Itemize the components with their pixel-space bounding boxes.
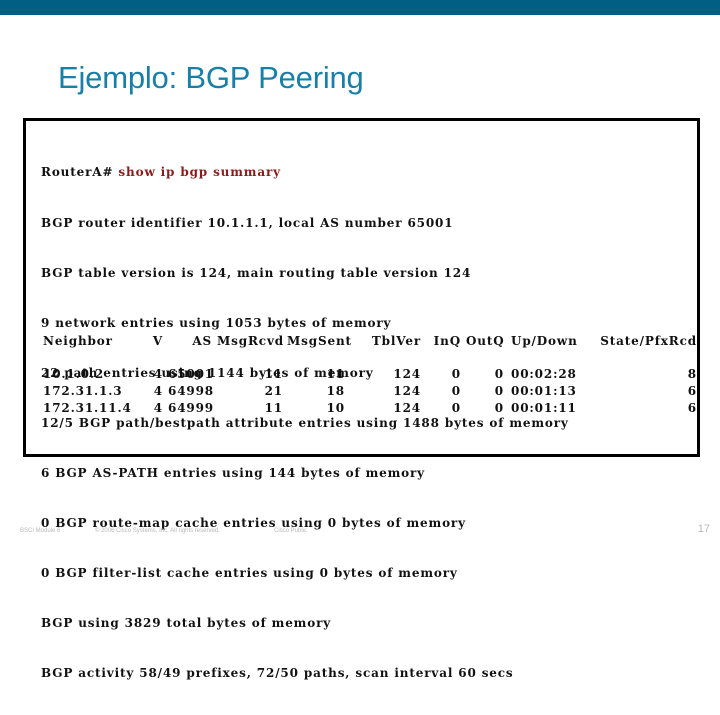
- cell-neighbor: 172.31.1.3: [43, 384, 123, 399]
- cell-tblver: 124: [393, 400, 421, 415]
- header-msgrcvd: MsgRcvd: [217, 334, 285, 348]
- output-line: 12/5 BGP path/bestpath attribute entries…: [41, 415, 569, 430]
- cell-neighbor: 172.31.11.4: [43, 400, 132, 415]
- header-inq: InQ: [433, 334, 461, 348]
- output-line: 6 BGP AS-PATH entries using 144 bytes of…: [41, 465, 425, 480]
- cell-inq: 0: [451, 367, 461, 382]
- cell-outq: 0: [494, 367, 504, 382]
- cell-tblver: 124: [393, 367, 421, 382]
- header-updown: Up/Down: [511, 334, 578, 348]
- cell-v: 4: [153, 400, 163, 415]
- cell-msgsent: 11: [326, 367, 345, 382]
- footer-copyright: © 2006 Cisco Systems, Inc. All rights re…: [95, 528, 220, 534]
- output-line: 9 network entries using 1053 bytes of me…: [41, 315, 392, 330]
- header-msgsent: MsgSent: [287, 334, 352, 348]
- cell-updown: 00:02:28: [511, 367, 577, 382]
- cell-as: 64998: [168, 384, 214, 399]
- output-line: 0 BGP filter-list cache entries using 0 …: [41, 566, 458, 581]
- header-v: V: [152, 334, 163, 348]
- cell-neighbor: 10.1.0.2: [43, 367, 105, 382]
- cell-outq: 0: [494, 384, 504, 399]
- top-banner: [0, 0, 720, 15]
- command: show ip bgp summary: [118, 165, 281, 180]
- cell-inq: 0: [451, 384, 461, 399]
- header-state: State/PfxRcd: [600, 334, 697, 348]
- cell-state: 6: [687, 400, 697, 415]
- cell-msgrcvd: 11: [264, 367, 283, 382]
- output-line: BGP using 3829 total bytes of memory: [41, 616, 332, 631]
- output-line: BGP router identifier 10.1.1.1, local AS…: [41, 215, 454, 230]
- cell-as: 64999: [168, 400, 214, 415]
- footer-module: BSCI Module 6: [20, 528, 61, 534]
- command-line: RouterA# show ip bgp summary: [41, 164, 569, 181]
- terminal-text: RouterA# show ip bgp summary BGP router …: [41, 131, 569, 715]
- cell-v: 4: [153, 367, 163, 382]
- footer-classification: Cisco Public: [274, 528, 308, 534]
- cell-msgsent: 10: [326, 400, 345, 415]
- cell-state: 8: [687, 367, 697, 382]
- cell-msgsent: 18: [326, 384, 345, 399]
- cell-msgrcvd: 11: [264, 400, 283, 415]
- cell-inq: 0: [451, 400, 461, 415]
- cell-as: 65001: [168, 367, 214, 382]
- header-neighbor: Neighbor: [43, 334, 113, 348]
- header-as: AS: [192, 334, 212, 348]
- cell-state: 6: [687, 384, 697, 399]
- cell-msgrcvd: 21: [264, 384, 283, 399]
- output-line: BGP activity 58/49 prefixes, 72/50 paths…: [41, 666, 514, 681]
- output-line: BGP table version is 124, main routing t…: [41, 265, 472, 280]
- page-number: 17: [697, 523, 710, 535]
- cell-updown: 00:01:11: [511, 400, 577, 415]
- header-tblver: TblVer: [371, 334, 421, 348]
- cell-v: 4: [153, 384, 163, 399]
- terminal-output: RouterA# show ip bgp summary BGP router …: [23, 118, 700, 680]
- prompt: RouterA#: [41, 165, 119, 180]
- slide-title: Ejemplo: BGP Peering: [58, 60, 364, 95]
- cell-outq: 0: [494, 400, 504, 415]
- cell-tblver: 124: [393, 384, 421, 399]
- cell-updown: 00:01:13: [511, 384, 577, 399]
- header-outq: OutQ: [466, 334, 505, 348]
